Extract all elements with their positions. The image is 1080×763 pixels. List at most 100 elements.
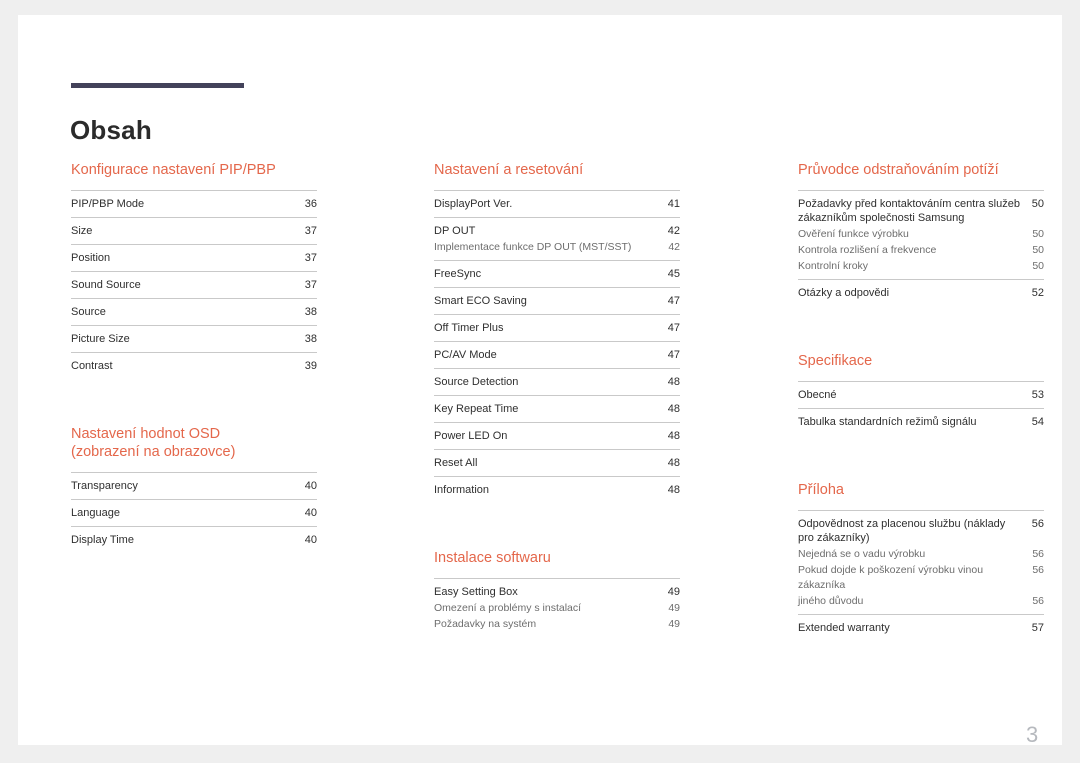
- toc-entry-group: Source 38: [71, 298, 317, 325]
- toc-entry-group: Source Detection 48: [434, 368, 680, 395]
- toc-entry-group: Key Repeat Time 48: [434, 395, 680, 422]
- toc-sub-entry-label: Pokud dojde k poškození výrobku vinou zá…: [798, 564, 984, 591]
- toc-entry-page-number: 52: [1031, 287, 1044, 299]
- toc-section: Specifikace Obecné 53 Tabulka standardních …: [798, 352, 1044, 435]
- toc-entry[interactable]: Transparency 40: [71, 472, 317, 499]
- toc-sub-entry[interactable]: Požadavky na systém 49: [434, 617, 680, 637]
- toc-entry-list: PIP/PBP Mode 36 Size 37 Position 37 Sound Sour…: [71, 190, 317, 379]
- toc-entry[interactable]: Požadavky před kontaktováním centra služ…: [798, 190, 1044, 227]
- toc-entry[interactable]: Power LED On 48: [434, 422, 680, 449]
- title-rule: [71, 83, 244, 88]
- toc-entry-label: Požadavky před kontaktováním centra služ…: [798, 198, 1020, 224]
- section-heading: Specifikace: [798, 353, 873, 369]
- toc-entry[interactable]: PC/AV Mode 47: [434, 341, 680, 368]
- toc-entry-page-number: 48: [667, 457, 680, 469]
- toc-entry[interactable]: Source 38: [71, 298, 317, 325]
- toc-sub-entry[interactable]: jiného důvodu 56: [798, 594, 1044, 614]
- toc-entry[interactable]: Display Time 40: [71, 526, 317, 553]
- toc-sub-entry-label: Požadavky na systém: [434, 618, 537, 630]
- toc-entry-page-number: 48: [667, 376, 680, 388]
- toc-entry-list: Odpovědnost za placenou službu (náklady …: [798, 510, 1044, 641]
- toc-entry-group: Transparency 40: [71, 472, 317, 499]
- section-heading: Nastavení a resetování: [434, 162, 584, 178]
- toc-sub-entry[interactable]: Nejedná se o vadu výrobku 56: [798, 547, 1044, 563]
- toc-section: Instalace softwaru Easy Setting Box 49 Omez…: [434, 549, 680, 637]
- toc-entry-group: Tabulka standardních režimů signálu 54: [798, 408, 1044, 435]
- toc-entry-page-number: 38: [304, 333, 317, 345]
- toc-sub-entry[interactable]: Implementace funkce DP OUT (MST/SST) 42: [434, 240, 680, 260]
- toc-sub-entry-label: Kontrolní kroky: [798, 260, 869, 272]
- toc-entry-group: Size 37: [71, 217, 317, 244]
- toc-entry[interactable]: Extended warranty 57: [798, 614, 1044, 641]
- toc-entry-label: Extended warranty: [798, 622, 890, 634]
- toc-entry[interactable]: Otázky a odpovědi 52: [798, 279, 1044, 306]
- toc-entry-list: Transparency 40 Language 40 Display Time 40: [71, 472, 317, 553]
- toc-entry-group: Power LED On 48: [434, 422, 680, 449]
- toc-entry-label: DisplayPort Ver.: [434, 198, 513, 210]
- toc-entry-label: Information: [434, 484, 490, 496]
- toc-section: Průvodce odstraňováním potíží Požadavky p…: [798, 161, 1044, 306]
- toc-sub-entry-page-number: 56: [1032, 564, 1044, 576]
- toc-entry-group: FreeSync 45: [434, 260, 680, 287]
- toc-sub-entry[interactable]: Kontrola rozlišení a frekvence 50: [798, 243, 1044, 259]
- toc-sub-entry-page-number: 50: [1032, 260, 1044, 272]
- toc-entry-group: Sound Source 37: [71, 271, 317, 298]
- toc-entry-label: Language: [71, 507, 120, 519]
- toc-entry-page-number: 40: [304, 507, 317, 519]
- toc-entry[interactable]: Language 40: [71, 499, 317, 526]
- toc-entry-label: Position: [71, 252, 111, 264]
- toc-entry[interactable]: Contrast 39: [71, 352, 317, 379]
- toc-entry-label: Otázky a odpovědi: [798, 287, 890, 299]
- toc-sub-entry[interactable]: Pokud dojde k poškození výrobku vinou zá…: [798, 563, 1044, 594]
- toc-sub-entry-label: Ověření funkce výrobku: [798, 228, 909, 240]
- toc-entry[interactable]: PIP/PBP Mode 36: [71, 190, 317, 217]
- toc-entry[interactable]: DisplayPort Ver. 41: [434, 190, 680, 217]
- toc-entry-group: Otázky a odpovědi 52: [798, 279, 1044, 306]
- toc-entry[interactable]: Obecné 53: [798, 381, 1044, 408]
- toc-entry[interactable]: Picture Size 38: [71, 325, 317, 352]
- toc-entry[interactable]: Size 37: [71, 217, 317, 244]
- toc-sub-entry-page-number: 56: [1032, 548, 1044, 560]
- toc-entry[interactable]: Smart ECO Saving 47: [434, 287, 680, 314]
- toc-sub-entry-page-number: 50: [1032, 244, 1044, 256]
- toc-entry-page-number: 37: [304, 252, 317, 264]
- toc-entry-group: Display Time 40: [71, 526, 317, 553]
- toc-sub-entry-page-number: 50: [1032, 228, 1044, 240]
- toc-entry[interactable]: Off Timer Plus 47: [434, 314, 680, 341]
- toc-sub-entry[interactable]: Omezení a problémy s instalací 49: [434, 601, 680, 617]
- toc-entry-group: Language 40: [71, 499, 317, 526]
- toc-sub-entry-page-number: 49: [668, 602, 680, 614]
- toc-entry[interactable]: Tabulka standardních režimů signálu 54: [798, 408, 1044, 435]
- toc-entry-page-number: 38: [304, 306, 317, 318]
- toc-entry[interactable]: Source Detection 48: [434, 368, 680, 395]
- toc-sub-entry[interactable]: Kontrolní kroky 50: [798, 259, 1044, 279]
- toc-entry[interactable]: Sound Source 37: [71, 271, 317, 298]
- document-page: Obsah Konfigurace nastavení PIP/PBP PIP/P…: [18, 15, 1062, 747]
- toc-entry-page-number: 47: [667, 349, 680, 361]
- toc-entry[interactable]: DP OUT 42: [434, 217, 680, 240]
- toc-entry[interactable]: Easy Setting Box 49: [434, 578, 680, 601]
- toc-entry-page-number: 47: [667, 322, 680, 334]
- toc-entry[interactable]: Information 48: [434, 476, 680, 503]
- toc-sub-entry-label: Omezení a problémy s instalací: [434, 602, 582, 614]
- toc-entry-label: Transparency: [71, 480, 138, 492]
- toc-entry-group: Obecné 53: [798, 381, 1044, 408]
- toc-entry[interactable]: Key Repeat Time 48: [434, 395, 680, 422]
- toc-sub-entry[interactable]: Ověření funkce výrobku 50: [798, 227, 1044, 243]
- toc-entry-page-number: 48: [667, 430, 680, 442]
- toc-entry[interactable]: Position 37: [71, 244, 317, 271]
- toc-entry[interactable]: Reset All 48: [434, 449, 680, 476]
- page-number: 3: [1026, 722, 1039, 747]
- toc-entry-label: Sound Source: [71, 279, 141, 291]
- toc-entry-page-number: 37: [304, 279, 317, 291]
- toc-entry[interactable]: FreeSync 45: [434, 260, 680, 287]
- toc-entry-list: Obecné 53 Tabulka standardních režimů sign…: [798, 381, 1044, 435]
- toc-entry-label: PIP/PBP Mode: [71, 198, 145, 210]
- toc-entry[interactable]: Odpovědnost za placenou službu (náklady …: [798, 510, 1044, 547]
- section-heading: Konfigurace nastavení PIP/PBP: [71, 162, 276, 178]
- toc-entry-page-number: 53: [1031, 389, 1044, 401]
- toc-entry-group: Smart ECO Saving 47: [434, 287, 680, 314]
- toc-entry-group: Extended warranty 57: [798, 614, 1044, 641]
- toc-entry-label: Reset All: [434, 457, 478, 469]
- section-heading: Instalace softwaru: [434, 550, 551, 566]
